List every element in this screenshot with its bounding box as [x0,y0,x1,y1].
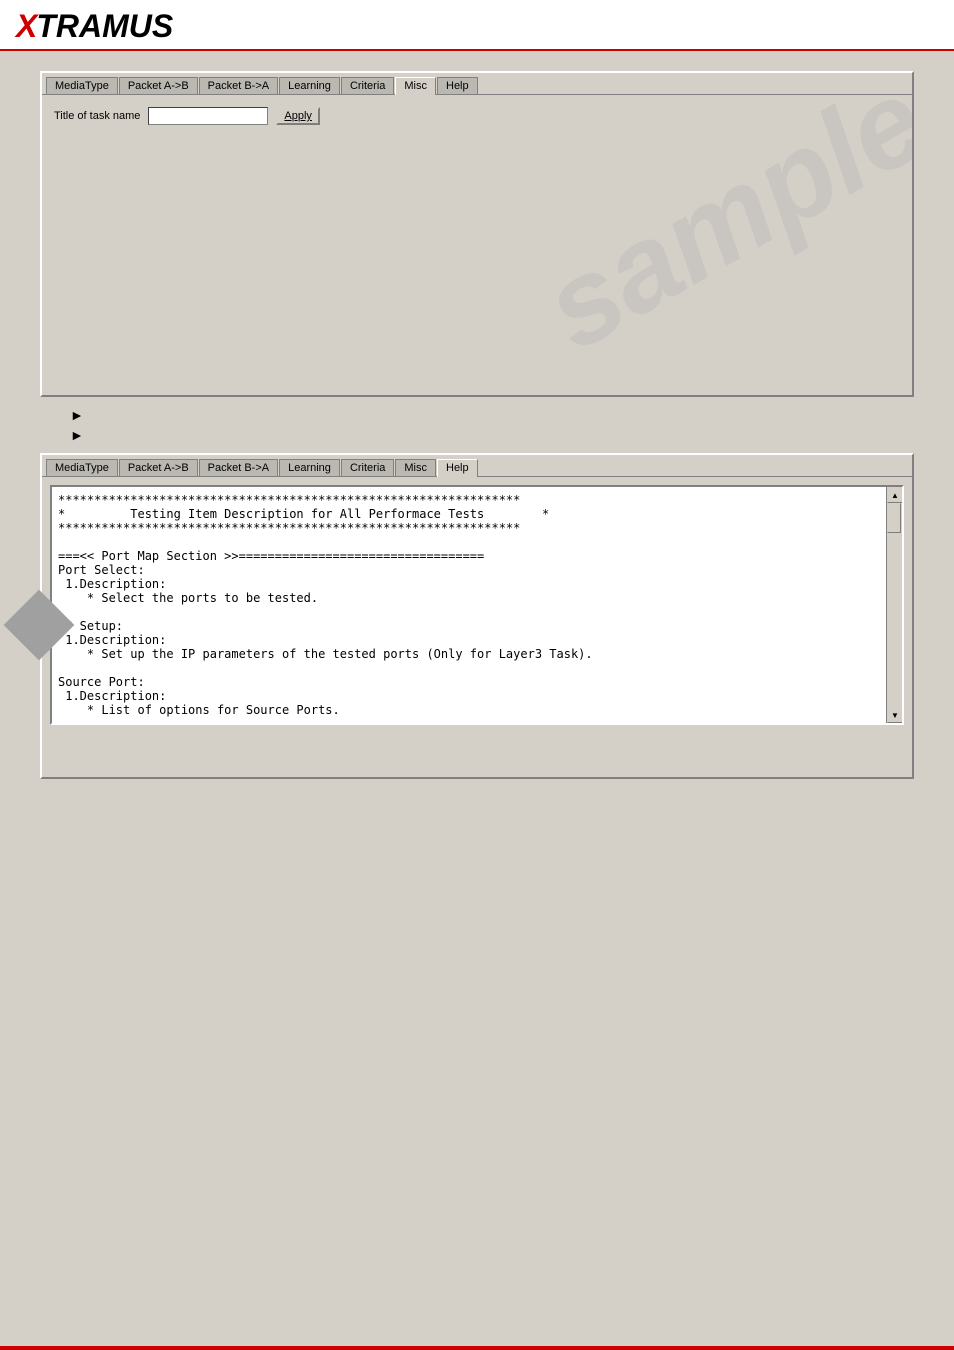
tab-learning[interactable]: Learning [279,77,340,94]
arrow-item-2: ► [70,427,914,443]
main-content: MediaType Packet A->B Packet B->A Learni… [0,51,954,799]
tab-learning-2[interactable]: Learning [279,459,340,476]
bottom-tab-bar: MediaType Packet A->B Packet B->A Learni… [42,455,912,477]
footer-bar [0,1346,954,1350]
bottom-panel-body: ****************************************… [42,477,912,777]
tab-criteria-2[interactable]: Criteria [341,459,394,476]
logo-x: X [16,8,36,45]
tab-media-type-2[interactable]: MediaType [46,459,118,476]
tab-packet-ba[interactable]: Packet B->A [199,77,278,94]
title-input[interactable] [148,107,268,125]
scroll-thumb[interactable] [887,503,901,533]
arrow-right-icon-2: ► [70,427,84,443]
top-panel: MediaType Packet A->B Packet B->A Learni… [40,71,914,397]
arrows-section: ► ► [70,407,914,443]
apply-button[interactable]: Apply [276,107,320,125]
logo-rest: TRAMUS [36,8,173,45]
scroll-down-button[interactable]: ▼ [887,707,903,723]
title-row: Title of task name Apply [54,107,900,125]
arrow-item-1: ► [70,407,914,423]
arrow-right-icon-1: ► [70,407,84,423]
scrollbar[interactable]: ▲ ▼ [886,487,902,723]
tab-misc[interactable]: Misc [395,77,436,95]
tab-packet-ab[interactable]: Packet A->B [119,77,198,94]
header: XTRAMUS [0,0,954,51]
title-label: Title of task name [54,110,140,122]
bottom-panel: MediaType Packet A->B Packet B->A Learni… [40,453,914,779]
tab-packet-ba-2[interactable]: Packet B->A [199,459,278,476]
tab-media-type[interactable]: MediaType [46,77,118,94]
scroll-up-button[interactable]: ▲ [887,487,903,503]
tab-misc-2[interactable]: Misc [395,459,436,476]
top-panel-body: sample Title of task name Apply [42,95,912,395]
help-content-area: ****************************************… [50,485,904,725]
watermark: sample [522,95,912,377]
help-text: ****************************************… [58,493,882,725]
tab-help[interactable]: Help [437,77,478,94]
top-tab-bar: MediaType Packet A->B Packet B->A Learni… [42,73,912,95]
tab-criteria[interactable]: Criteria [341,77,394,94]
tab-packet-ab-2[interactable]: Packet A->B [119,459,198,476]
tab-help-2[interactable]: Help [437,459,478,477]
